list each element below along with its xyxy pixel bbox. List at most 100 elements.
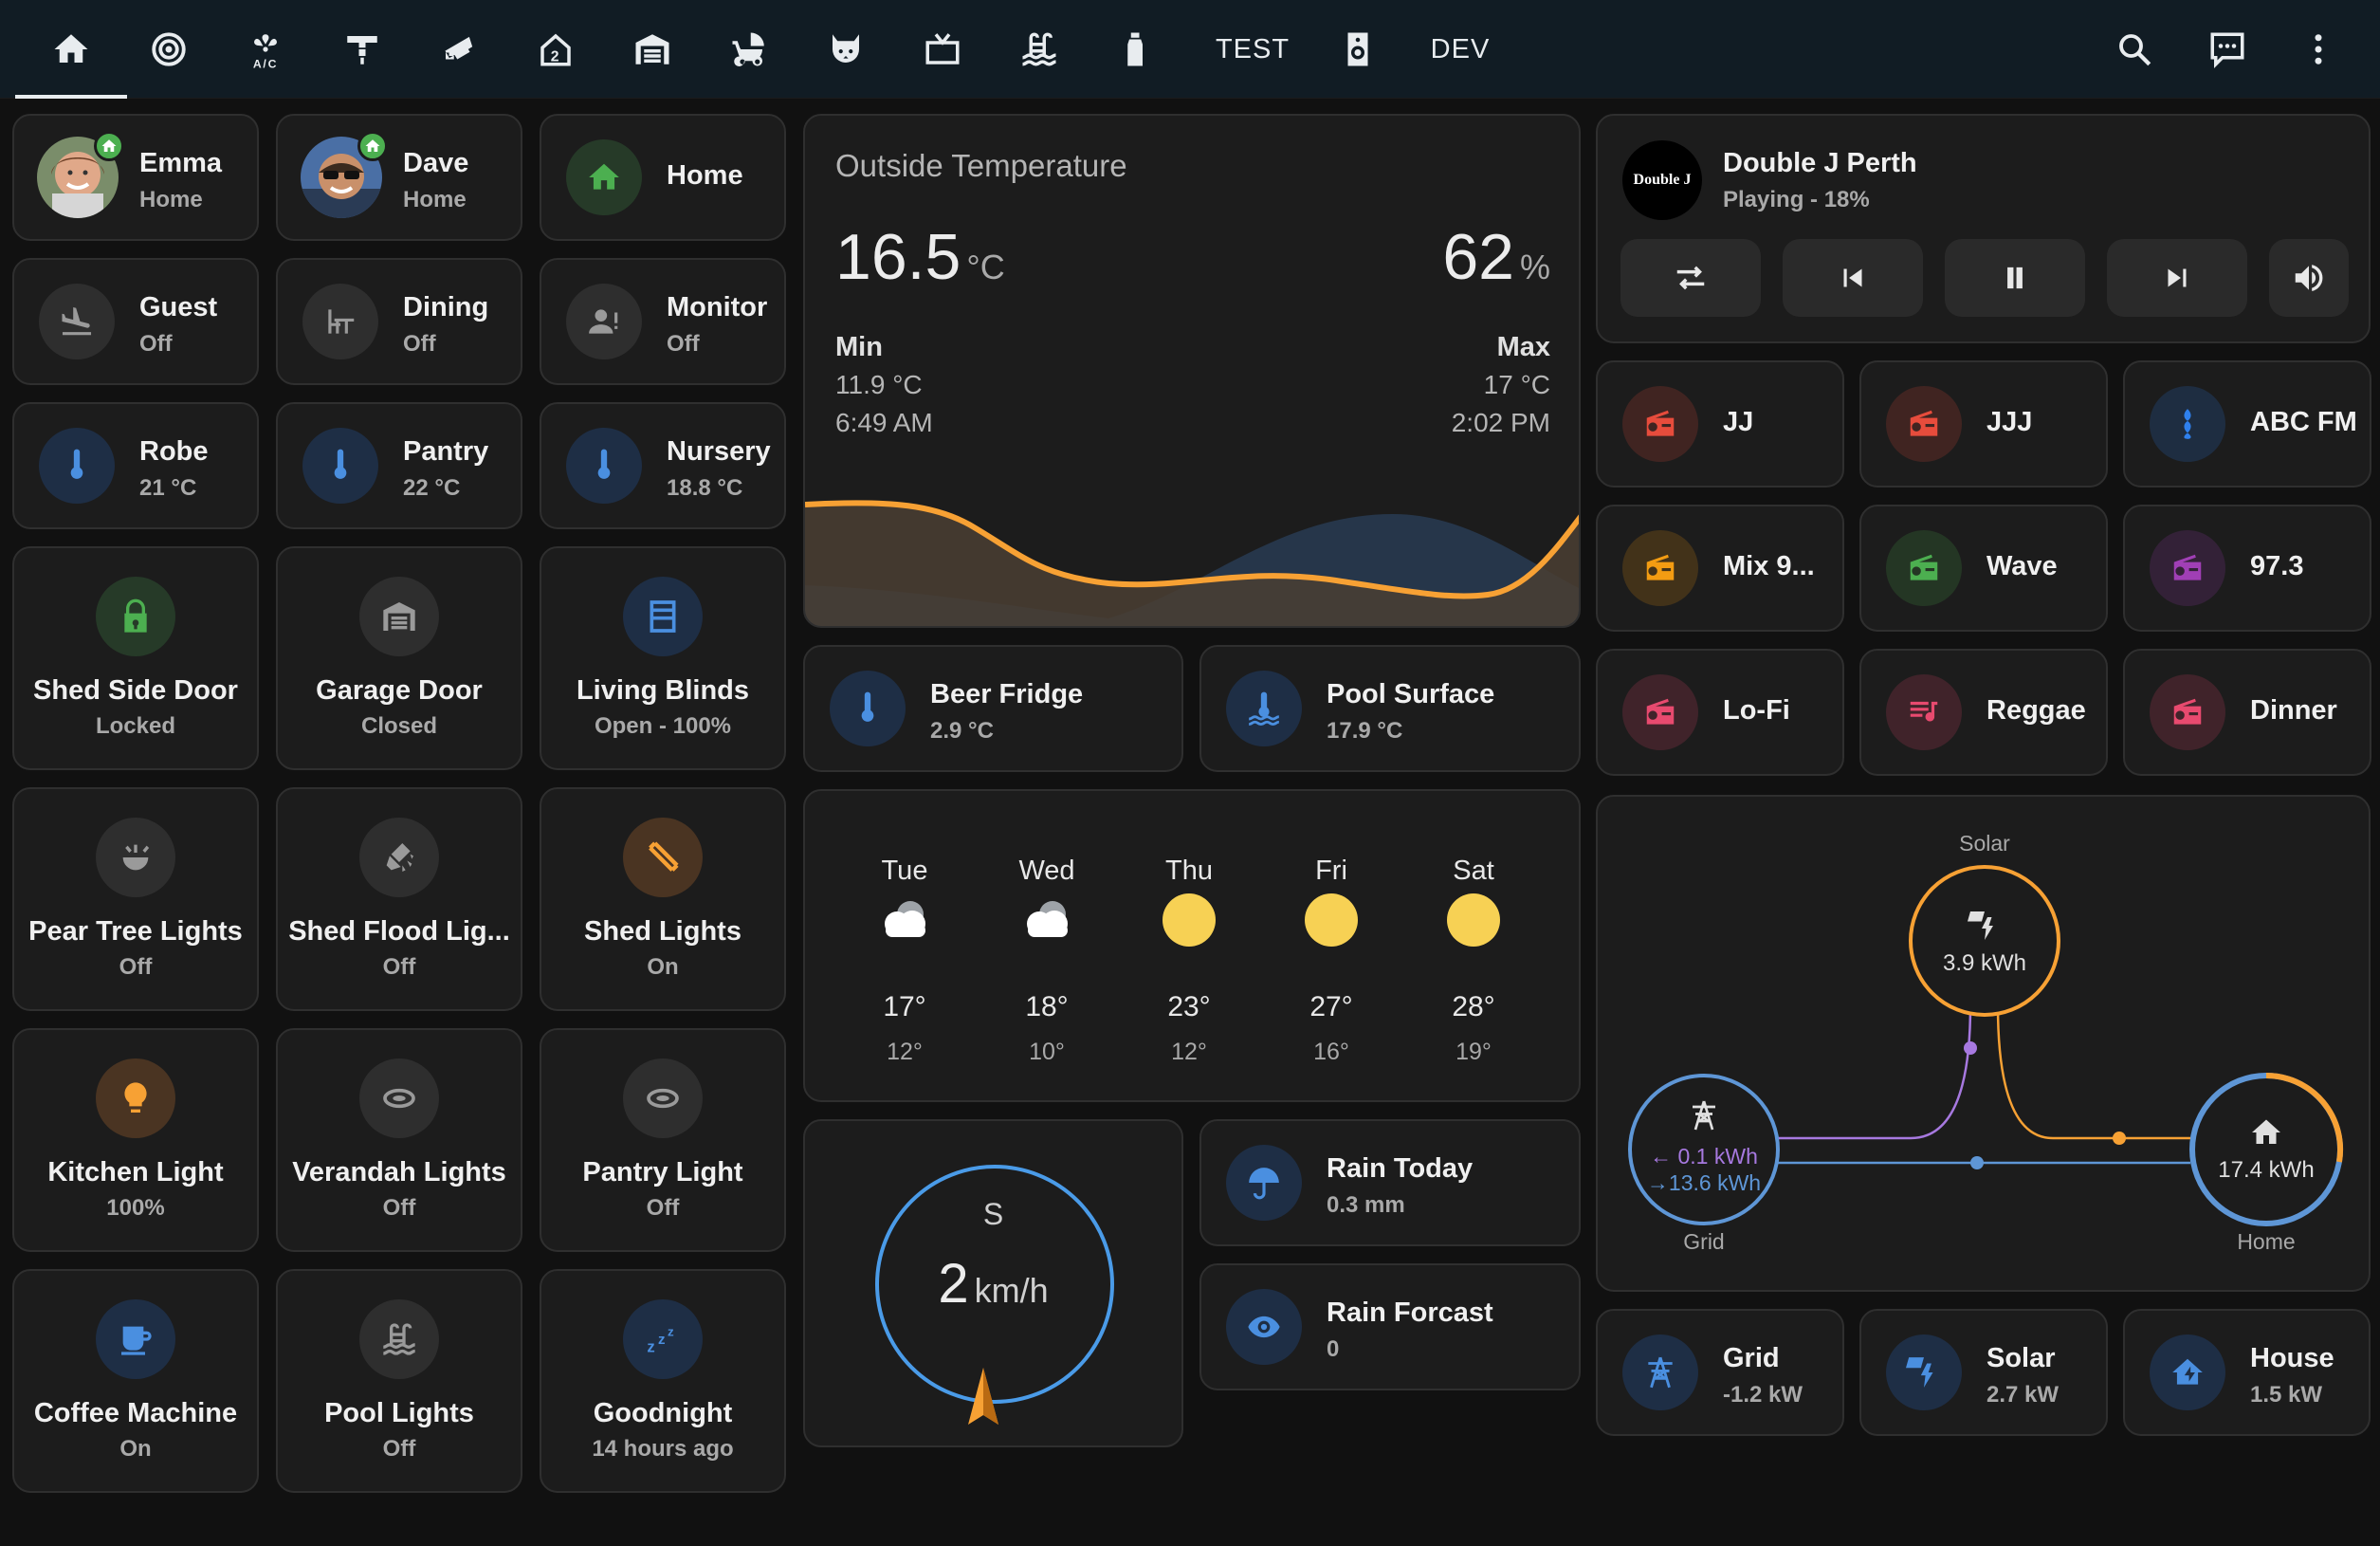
- rain-forecast-name: Rain Forcast: [1327, 1298, 1493, 1328]
- cloudy-icon: [885, 901, 925, 937]
- energy-flow-diagram: [1628, 865, 2344, 1226]
- shed-lights-card[interactable]: Shed Lights On: [540, 787, 786, 1011]
- robe-temp-card[interactable]: Robe 21 °C: [12, 402, 259, 529]
- person-card-emma[interactable]: Emma Home: [12, 114, 259, 241]
- forecast-low: 19°: [1455, 1039, 1492, 1065]
- speaker-icon: [1347, 32, 1368, 66]
- radio-station-card[interactable]: JJJ: [1859, 360, 2108, 488]
- guest-card[interactable]: Guest Off: [12, 258, 259, 385]
- tab-garage[interactable]: [605, 0, 700, 99]
- home-icon: [566, 139, 642, 215]
- pantry-temp-card[interactable]: Pantry 22 °C: [276, 402, 522, 529]
- tab-speaker[interactable]: [1310, 0, 1405, 99]
- table-chair-icon: [302, 284, 378, 359]
- energy-distribution-card[interactable]: Solar 3.9 kWh ← 0.1 kWh →13.6 kWh Grid 1…: [1596, 795, 2371, 1292]
- kitchen-light-card[interactable]: Kitchen Light 100%: [12, 1028, 259, 1252]
- media-player-card[interactable]: Double J Double J Perth Playing - 18%: [1596, 114, 2371, 343]
- radio-station-card[interactable]: Mix 9...: [1596, 505, 1844, 632]
- wind-speed-unit: km/h: [974, 1271, 1049, 1310]
- thermometer-icon: [302, 428, 378, 504]
- radio-station-card[interactable]: Wave: [1859, 505, 2108, 632]
- grid-power-name: Grid: [1723, 1343, 1780, 1373]
- radio-station-card[interactable]: ABC FM: [2123, 360, 2371, 488]
- next-track-button[interactable]: [2107, 239, 2247, 317]
- pause-button[interactable]: [1945, 239, 2085, 317]
- pantry-state: 22 °C: [403, 475, 461, 501]
- pantry-light-card[interactable]: Pantry Light Off: [540, 1028, 786, 1252]
- eye-icon: [1226, 1289, 1302, 1365]
- outdoor-lamp-icon: [96, 818, 175, 897]
- goodnight-card[interactable]: zzz Goodnight 14 hours ago: [540, 1269, 786, 1493]
- shed-flood-lights-card[interactable]: Shed Flood Lig... Off: [276, 787, 522, 1011]
- tab-cleaning[interactable]: [1089, 0, 1183, 99]
- house-power-card[interactable]: House 1.5 kW: [2123, 1309, 2371, 1436]
- rain-forecast-card[interactable]: Rain Forcast 0: [1199, 1263, 1581, 1390]
- solar-power-card[interactable]: Solar 2.7 kW: [1859, 1309, 2108, 1436]
- wind-card[interactable]: S 2 km/h: [803, 1119, 1183, 1447]
- nursery-name: Nursery: [667, 436, 771, 467]
- temperature-history-graph: [805, 500, 1579, 626]
- grid-in-value: 0.1 kWh: [1677, 1144, 1758, 1169]
- more-menu-button[interactable]: [2276, 0, 2361, 99]
- tab-cctv[interactable]: [412, 0, 506, 99]
- grid-power-card[interactable]: Grid -1.2 kW: [1596, 1309, 1844, 1436]
- dining-card[interactable]: Dining Off: [276, 258, 522, 385]
- tab-floor-2[interactable]: 2: [508, 0, 603, 99]
- assist-button[interactable]: [2185, 0, 2270, 99]
- shuffle-button[interactable]: [1620, 239, 1761, 317]
- person-name: Dave: [403, 148, 469, 178]
- monitor-card[interactable]: Monitor Off: [540, 258, 786, 385]
- search-button[interactable]: [2092, 0, 2177, 99]
- umbrella-icon: [1226, 1145, 1302, 1221]
- tab-pool[interactable]: [992, 0, 1087, 99]
- person-card-dave[interactable]: Dave Home: [276, 114, 522, 241]
- tab-test[interactable]: TEST: [1197, 0, 1309, 99]
- tab-tv[interactable]: [895, 0, 990, 99]
- guest-state: Off: [139, 331, 173, 357]
- shed-side-door-card[interactable]: Shed Side Door Locked: [12, 546, 259, 770]
- sunny-icon: [1163, 893, 1216, 947]
- tab-dev[interactable]: DEV: [1413, 0, 1508, 99]
- radio-station-card[interactable]: Dinner: [2123, 649, 2371, 776]
- forecast-high: 18°: [1025, 991, 1069, 1022]
- solar-power-name: Solar: [1986, 1343, 2056, 1373]
- previous-track-button[interactable]: [1783, 239, 1923, 317]
- radio-icon: [1886, 530, 1962, 606]
- home-zone-card[interactable]: Home: [540, 114, 786, 241]
- tab-ceiling-fan[interactable]: [315, 0, 410, 99]
- pool-surface-card[interactable]: Pool Surface 17.9 °C: [1199, 645, 1581, 772]
- tab-dev-label: DEV: [1430, 33, 1491, 64]
- radio-station-card[interactable]: Lo-Fi: [1596, 649, 1844, 776]
- rain-today-card[interactable]: Rain Today 0.3 mm: [1199, 1119, 1581, 1246]
- pool-lights-card[interactable]: Pool Lights Off: [276, 1269, 522, 1493]
- radio-station-name: ABC FM: [2250, 407, 2357, 437]
- media-status: Playing - 18%: [1723, 187, 1870, 212]
- radio-station-card[interactable]: JJ: [1596, 360, 1844, 488]
- tab-camera[interactable]: [121, 0, 216, 99]
- radio-station-name: JJ: [1723, 407, 1754, 437]
- tab-cat[interactable]: [798, 0, 893, 99]
- led-strip-icon: [623, 818, 703, 897]
- living-blinds-card[interactable]: Living Blinds Open - 100%: [540, 546, 786, 770]
- verandah-lights-card[interactable]: Verandah Lights Off: [276, 1028, 522, 1252]
- weather-forecast-card[interactable]: Tue 17° 12° Wed 18° 10° Thu 23° 12° Fri 27° 16° Sat 2…: [803, 789, 1581, 1102]
- avatar: [37, 131, 124, 218]
- forecast-low: 12°: [1171, 1039, 1207, 1065]
- pear-tree-lights-card[interactable]: Pear Tree Lights Off: [12, 787, 259, 1011]
- volume-button[interactable]: [2269, 239, 2349, 317]
- radio-station-card[interactable]: 97.3: [2123, 505, 2371, 632]
- tab-nursery[interactable]: [702, 0, 796, 99]
- garage-door-card[interactable]: Garage Door Closed: [276, 546, 522, 770]
- beer-fridge-card[interactable]: Beer Fridge 2.9 °C: [803, 645, 1183, 772]
- coffee-machine-card[interactable]: Coffee Machine On: [12, 1269, 259, 1493]
- lightbulb-icon: [96, 1058, 175, 1138]
- tab-home[interactable]: [15, 0, 127, 99]
- radio-station-card[interactable]: Reggae: [1859, 649, 2108, 776]
- nursery-temp-card[interactable]: Nursery 18.8 °C: [540, 402, 786, 529]
- home-label: Home: [2237, 1229, 2296, 1254]
- tab-air-conditioner[interactable]: A/C: [218, 0, 313, 99]
- radio-icon: [1622, 530, 1698, 606]
- rain-forecast-state: 0: [1327, 1336, 1340, 1362]
- outside-temperature-card[interactable]: Outside Temperature 16.5 °C 62% Min 11.9 …: [803, 114, 1581, 628]
- media-title: Double J Perth: [1723, 148, 1917, 178]
